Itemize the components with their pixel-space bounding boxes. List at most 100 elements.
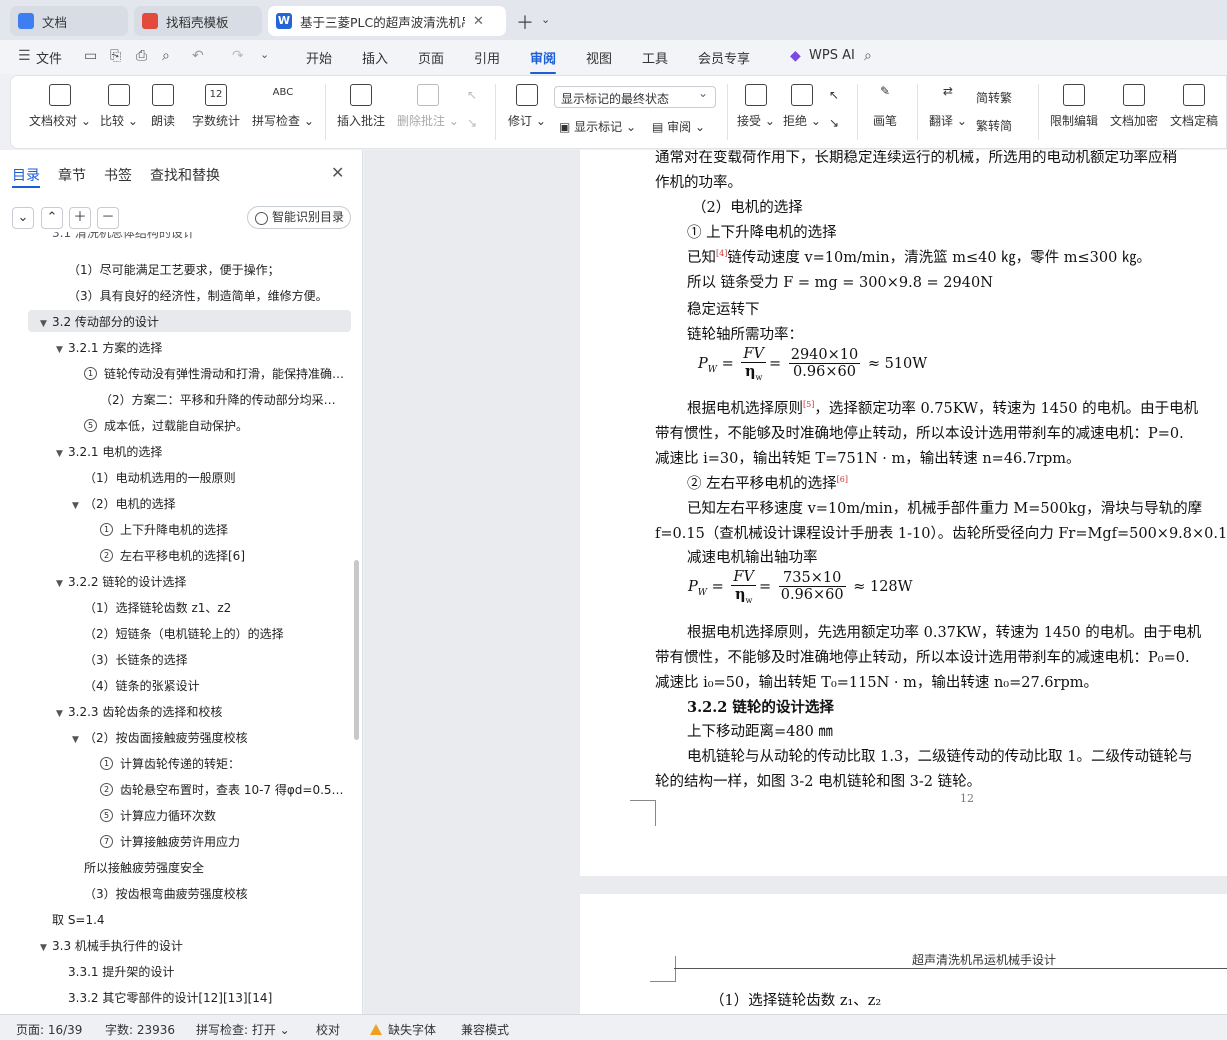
- translate-button[interactable]: ⇄ 翻译 ⌄: [929, 84, 967, 129]
- citation-link[interactable]: [5]: [803, 400, 814, 409]
- page-indicator[interactable]: 页面: 16/39: [16, 1021, 82, 1038]
- toc-item[interactable]: 2 齿轮悬空布置时，查表 10-7 得φd=0.5，取b=40mm: [88, 779, 345, 801]
- tab-documents[interactable]: 文档: [10, 6, 128, 36]
- hamburger-icon[interactable]: ☰: [18, 48, 31, 64]
- toc-item[interactable]: （3）具有良好的经济性，制造简单，维修方便。: [56, 285, 345, 307]
- tab-current-document[interactable]: W 基于三菱PLC的超声波清洗机吊 ✕: [268, 6, 506, 36]
- menu-references[interactable]: 引用: [474, 48, 500, 67]
- quick-access-chevron-icon[interactable]: ⌄: [260, 48, 269, 61]
- menu-membership[interactable]: 会员专享: [698, 48, 750, 67]
- menu-wps-ai[interactable]: WPS AI: [809, 48, 855, 63]
- toc-item[interactable]: 5 成本低，过载能自动保护。: [72, 415, 345, 437]
- toc-item[interactable]: （1）选择链轮齿数 z1、z2: [72, 597, 345, 619]
- tab-find-replace[interactable]: 查找和替换: [150, 165, 220, 185]
- toc-item[interactable]: （1）电动机选用的一般原则: [72, 467, 345, 489]
- restrict-edit-button[interactable]: 限制编辑: [1050, 84, 1098, 129]
- next-change-icon[interactable]: ↘: [829, 116, 839, 130]
- toc-item[interactable]: 所以接触疲劳强度安全: [72, 857, 345, 879]
- reject-button[interactable]: 拒绝 ⌄: [783, 84, 821, 129]
- review-pane-button[interactable]: ▤ 审阅 ⌄: [652, 118, 705, 135]
- tab-templates[interactable]: 找稻壳模板: [134, 6, 262, 36]
- toc-item[interactable]: 1 链轮传动没有弹性滑动和打滑，能保持准确的传动比: [72, 363, 345, 385]
- word-count-button[interactable]: 12 字数统计: [192, 84, 240, 129]
- word-count-indicator[interactable]: 字数: 23936: [105, 1021, 175, 1038]
- print-icon[interactable]: ⎙: [136, 48, 147, 64]
- show-markup-button[interactable]: ▣ 显示标记 ⌄: [559, 118, 636, 135]
- toc-item[interactable]: ▼ 3.2.3 齿轮齿条的选择和校核: [56, 701, 345, 723]
- insert-comment-button[interactable]: 插入批注: [337, 84, 385, 129]
- toc-item[interactable]: ▼ 3.2.1 电机的选择: [56, 441, 345, 463]
- smart-toc-button[interactable]: 智能识别目录: [247, 206, 351, 229]
- accept-button[interactable]: 接受 ⌄: [737, 84, 775, 129]
- toc-item[interactable]: 7 计算接触疲劳许用应力: [88, 831, 345, 853]
- toc-item[interactable]: 5 计算应力循环次数: [88, 805, 345, 827]
- tab-list-chevron-icon[interactable]: ⌄: [541, 13, 550, 26]
- expand-toggle-icon[interactable]: ▼: [56, 443, 68, 463]
- expand-toggle-icon[interactable]: ▼: [72, 495, 84, 515]
- toc-item[interactable]: （1）尽可能满足工艺要求，便于操作；: [56, 259, 345, 281]
- wps-ai-icon[interactable]: ◆: [790, 48, 801, 64]
- toc-item[interactable]: 1 上下升降电机的选择: [88, 519, 345, 541]
- spell-check-button[interactable]: ABC 拼写检查 ⌄: [252, 84, 314, 129]
- new-tab-icon[interactable]: ＋: [516, 9, 534, 35]
- proofread-status[interactable]: 校对: [316, 1021, 340, 1038]
- citation-link[interactable]: [6]: [837, 475, 848, 484]
- toc-item[interactable]: ▼ 3.2.2 链轮的设计选择: [56, 571, 345, 593]
- toc-item[interactable]: ▼ 3.3 机械手执行件的设计: [40, 935, 345, 957]
- expand-toggle-icon[interactable]: ▼: [40, 313, 52, 333]
- remove-heading-button[interactable]: －: [97, 207, 119, 229]
- redo-icon[interactable]: ↷: [232, 48, 244, 64]
- collapse-all-button[interactable]: ⌄: [12, 207, 34, 229]
- toc-item[interactable]: 3.3.2 其它零部件的设计[12][13][14]: [56, 987, 345, 1009]
- read-aloud-button[interactable]: 朗读: [151, 84, 175, 129]
- close-icon[interactable]: ✕: [331, 163, 344, 182]
- tab-toc[interactable]: 目录: [12, 165, 40, 185]
- sidebar-scrollbar[interactable]: [354, 560, 359, 740]
- menu-tools[interactable]: 工具: [642, 48, 668, 67]
- toc-item[interactable]: ▼ 3.2.1 方案的选择: [56, 337, 345, 359]
- search-icon[interactable]: ⌕: [864, 48, 872, 64]
- menu-home[interactable]: 开始: [306, 48, 332, 67]
- expand-toggle-icon[interactable]: ▼: [40, 937, 52, 957]
- expand-toggle-icon[interactable]: ▼: [56, 339, 68, 359]
- tab-bookmarks[interactable]: 书签: [104, 165, 132, 185]
- tab-chapters[interactable]: 章节: [58, 165, 86, 185]
- share-icon[interactable]: ⎘: [110, 48, 121, 64]
- citation-link[interactable]: [4]: [716, 249, 727, 258]
- undo-icon[interactable]: ↶: [192, 48, 204, 64]
- markup-mode-select[interactable]: 显示标记的最终状态: [554, 86, 716, 108]
- toc-item[interactable]: 3.3.1 提升架的设计: [56, 961, 345, 983]
- menu-file[interactable]: 文件: [36, 48, 62, 67]
- print-preview-icon[interactable]: ⌕: [162, 48, 170, 64]
- menu-view[interactable]: 视图: [586, 48, 612, 67]
- toc-item[interactable]: ▼ 3.2 传动部分的设计: [40, 311, 345, 333]
- save-icon[interactable]: ▭: [84, 48, 97, 64]
- encrypt-button[interactable]: 文档加密: [1110, 84, 1158, 129]
- expand-toggle-icon[interactable]: ▼: [72, 729, 84, 749]
- missing-font-status[interactable]: 缺失字体: [370, 1021, 436, 1038]
- toc-item[interactable]: 取 S=1.4: [40, 909, 345, 931]
- toc-item[interactable]: 2 左右平移电机的选择[6]: [88, 545, 345, 567]
- prev-change-icon[interactable]: ↖: [829, 88, 839, 102]
- toc-item[interactable]: 1 计算齿轮传递的转矩：: [88, 753, 345, 775]
- toc-item[interactable]: （3）长链条的选择: [72, 649, 345, 671]
- expand-up-button[interactable]: ⌃: [41, 207, 63, 229]
- doc-check-button[interactable]: 文档校对 ⌄: [29, 84, 91, 129]
- brush-button[interactable]: ✎ 画笔: [873, 84, 897, 129]
- simp-to-trad-button[interactable]: 简转繁: [976, 89, 1012, 106]
- finalize-button[interactable]: 文档定稿: [1170, 84, 1218, 129]
- add-heading-button[interactable]: ＋: [69, 207, 91, 229]
- toc-item[interactable]: （2）方案二：平移和升降的传动部分均采用齿轮传动: [88, 389, 345, 411]
- tab-close-icon[interactable]: ✕: [473, 14, 484, 29]
- delete-comment-button[interactable]: 删除批注 ⌄: [397, 84, 459, 129]
- menu-review[interactable]: 审阅: [530, 48, 557, 74]
- expand-toggle-icon[interactable]: ▼: [56, 573, 68, 593]
- track-changes-button[interactable]: 修订 ⌄: [508, 84, 546, 129]
- menu-insert[interactable]: 插入: [362, 48, 388, 67]
- toc-item[interactable]: （4）链条的张紧设计: [72, 675, 345, 697]
- prev-comment-icon[interactable]: ↖: [467, 88, 477, 102]
- compare-button[interactable]: 比较 ⌄: [100, 84, 138, 129]
- trad-to-simp-button[interactable]: 繁转简: [976, 117, 1012, 134]
- toc-item[interactable]: ▼ （2）按齿面接触疲劳强度校核: [72, 727, 345, 749]
- menu-page[interactable]: 页面: [418, 48, 444, 67]
